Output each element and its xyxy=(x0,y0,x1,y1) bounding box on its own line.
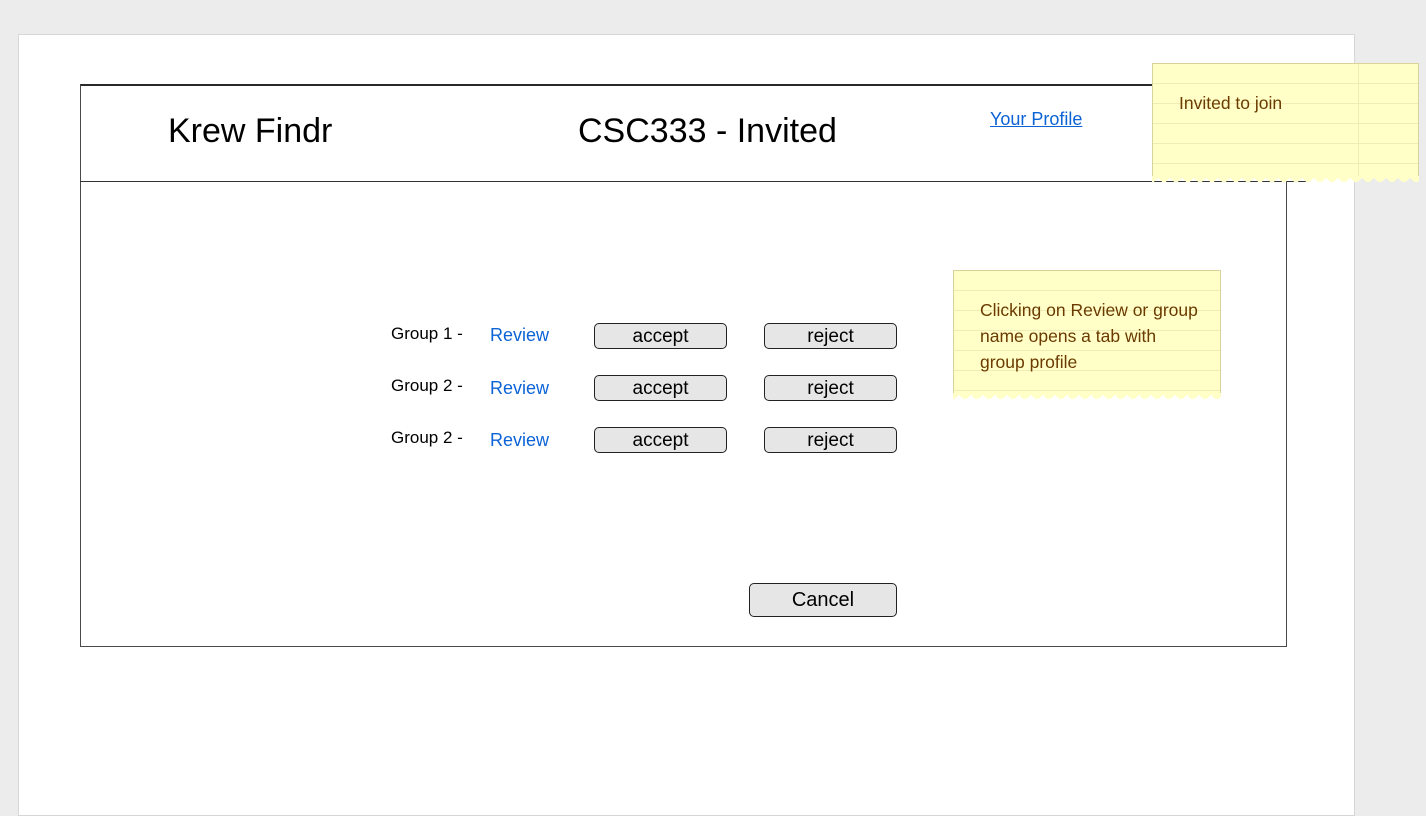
note-margin-line xyxy=(1358,64,1359,176)
your-profile-link[interactable]: Your Profile xyxy=(990,109,1082,130)
accept-button[interactable]: accept xyxy=(594,323,727,349)
app-title: Krew Findr xyxy=(168,112,333,150)
group-name-label[interactable]: Group 2 - xyxy=(391,376,463,396)
header-divider xyxy=(80,181,1306,182)
cancel-button[interactable]: Cancel xyxy=(749,583,897,617)
note-torn-edge xyxy=(953,393,1221,399)
group-name-label[interactable]: Group 1 - xyxy=(391,324,463,344)
reject-button[interactable]: reject xyxy=(764,323,897,349)
page-title: CSC333 - Invited xyxy=(578,112,837,150)
sticky-note-text: Invited to join xyxy=(1179,93,1283,113)
reject-button[interactable]: reject xyxy=(764,427,897,453)
reject-button[interactable]: reject xyxy=(764,375,897,401)
accept-button[interactable]: accept xyxy=(594,427,727,453)
accept-button[interactable]: accept xyxy=(594,375,727,401)
sticky-note-invited: Invited to join xyxy=(1152,63,1419,182)
sticky-note-review-hint: Clicking on Review or group name opens a… xyxy=(953,270,1221,399)
note-torn-edge xyxy=(1152,176,1419,182)
sticky-note-text: Clicking on Review or group name opens a… xyxy=(980,300,1198,372)
review-link[interactable]: Review xyxy=(490,430,549,451)
review-link[interactable]: Review xyxy=(490,378,549,399)
group-name-label[interactable]: Group 2 - xyxy=(391,428,463,448)
review-link[interactable]: Review xyxy=(490,325,549,346)
